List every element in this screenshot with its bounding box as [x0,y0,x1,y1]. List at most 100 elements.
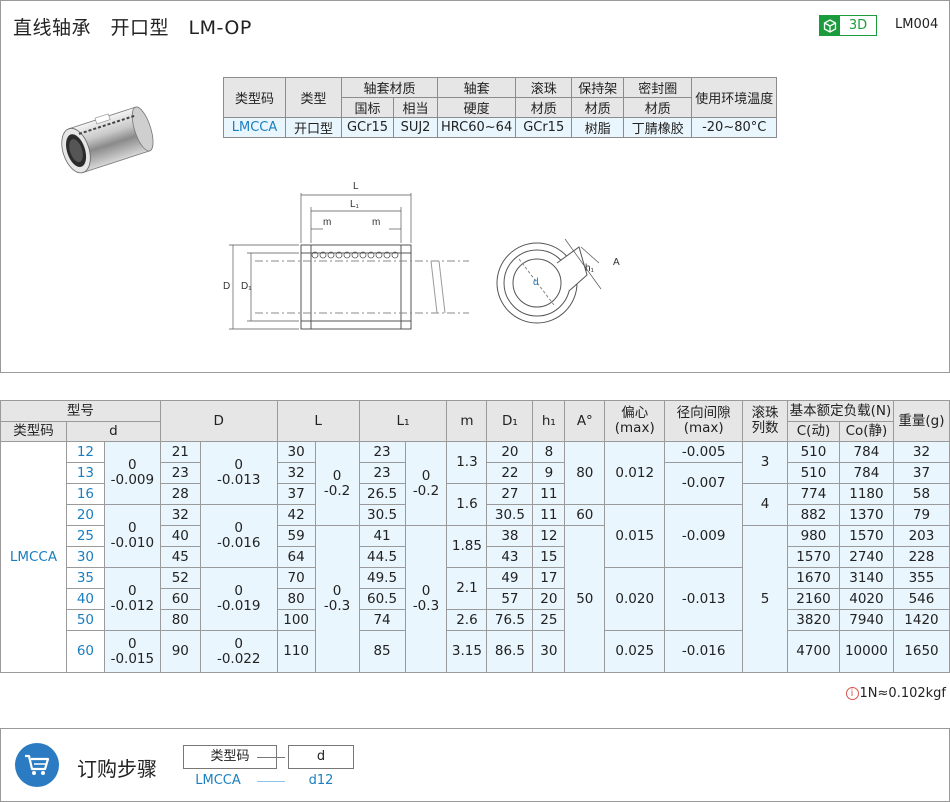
m-value: 1.3 [446,441,488,484]
d-value[interactable]: 40 [65,588,105,610]
col-header: D [159,400,278,442]
spec-header: 使用环境温度 [691,77,778,118]
d-value[interactable]: 16 [65,483,105,505]
d-example: d12 [308,773,334,788]
Co-value: 4020 [838,588,894,610]
L1-value: 41 [358,525,406,547]
C-value: 2160 [787,588,840,610]
Co-value: 1570 [838,525,894,547]
D-value: 52 [159,567,201,589]
cube-icon [820,16,840,35]
ecc-value: 0.025 [604,630,666,673]
D1-value: 27 [486,483,534,505]
h1-value: 12 [532,525,566,547]
C-value: 774 [787,483,840,505]
h1-value: 20 [532,588,566,610]
cart-icon[interactable] [15,743,59,787]
spec-value: 丁腈橡胶 [623,117,693,138]
dim-D1: D₁ [241,281,252,292]
header-line: 径向间隙 [676,405,731,421]
col-header: h₁ [532,400,566,442]
L-value: 42 [276,504,316,526]
h1-value: 17 [532,567,566,589]
dim-L: L [353,181,359,192]
col-header: C(动) [787,421,840,442]
spec-header: 轴套 [436,77,517,98]
spec-header: 滚珠 [515,77,573,98]
ecc-value: 0.012 [604,441,666,505]
connector-line [257,781,285,782]
spec-header: 材质 [571,97,625,118]
D1-value: 76.5 [486,609,534,631]
tol-lower: -0.2 [412,482,440,499]
dim-L1: L₁ [350,199,360,210]
weight-value: 203 [892,525,950,547]
page-title: 直线轴承 开口型 LM-OP [13,17,252,39]
L1-value: 30.5 [358,504,406,526]
header-line: (max) [614,420,655,436]
col-header: 滚珠 列数 [742,400,789,442]
L-tolerance: 0 -0.2 [314,441,360,526]
d-value[interactable]: 30 [65,546,105,568]
d-value[interactable]: 13 [65,462,105,484]
h1-value: 9 [532,462,566,484]
tol-upper: 0 [128,635,137,652]
L-value: 80 [276,588,316,610]
L-value: 70 [276,567,316,589]
rows-value: 3 [742,441,789,484]
spec-header: 材质 [623,97,693,118]
header-line: 滚珠 [751,405,779,421]
D-value: 28 [159,483,201,505]
d-value[interactable]: 20 [65,504,105,526]
C-value: 1670 [787,567,840,589]
d-tolerance: 0 -0.010 [103,504,161,568]
spec-value: HRC60~64 [436,117,517,138]
tol-lower: -0.009 [110,472,155,488]
d-tolerance: 0 -0.012 [103,567,161,631]
L-value: 30 [276,441,316,463]
connector-line [257,757,285,758]
spec-header: 相当 [393,97,438,118]
d-value[interactable]: 60 [65,630,105,673]
D-value: 60 [159,588,201,610]
C-value: 1570 [787,546,840,568]
header-line: 偏心 [621,405,649,421]
d-value[interactable]: 50 [65,609,105,631]
m-value: 3.15 [446,630,488,673]
D1-value: 43 [486,546,534,568]
col-header: 偏心 (max) [604,400,666,442]
h1-value: 15 [532,546,566,568]
col-header: 类型码 [0,421,67,442]
ecc-value: 0.020 [604,567,666,631]
C-value: 882 [787,504,840,526]
L-tolerance: 0 -0.3 [314,525,360,673]
rows-value: 4 [742,483,789,526]
3d-view-button[interactable]: 3D [819,15,877,36]
type-code-cell: LMCCA [0,441,67,673]
d-value[interactable]: 25 [65,525,105,547]
d-box: d [288,745,354,769]
d-value[interactable]: 35 [65,567,105,589]
d-value[interactable]: 12 [65,441,105,463]
dim-d: d [533,277,539,288]
ecc-value: 0.015 [604,504,666,568]
spec-header: 国标 [341,97,394,118]
m-value: 1.85 [446,525,488,568]
L1-tolerance: 0 -0.2 [404,441,448,526]
weight-value: 32 [892,441,950,463]
material-spec-table: 类型码 类型 轴套材质 轴套 滚珠 保持架 密封圈 使用环境温度 国标 相当 硬… [223,77,778,138]
rad-value: -0.005 [664,441,744,463]
L1-value: 26.5 [358,483,406,505]
dim-h1: h₁ [585,263,595,274]
col-header: m [446,400,488,442]
col-header: L₁ [358,400,448,442]
col-header: 重量(g) [892,400,950,442]
tol-upper: 0 [234,520,244,536]
spec-value: GCr15 [515,117,573,138]
tol-upper: 0 [421,467,431,484]
h1-value: 11 [532,504,566,526]
col-header: Co(静) [838,421,894,442]
weight-value: 1650 [892,630,950,673]
D1-value: 22 [486,462,534,484]
D-value: 23 [159,462,201,484]
